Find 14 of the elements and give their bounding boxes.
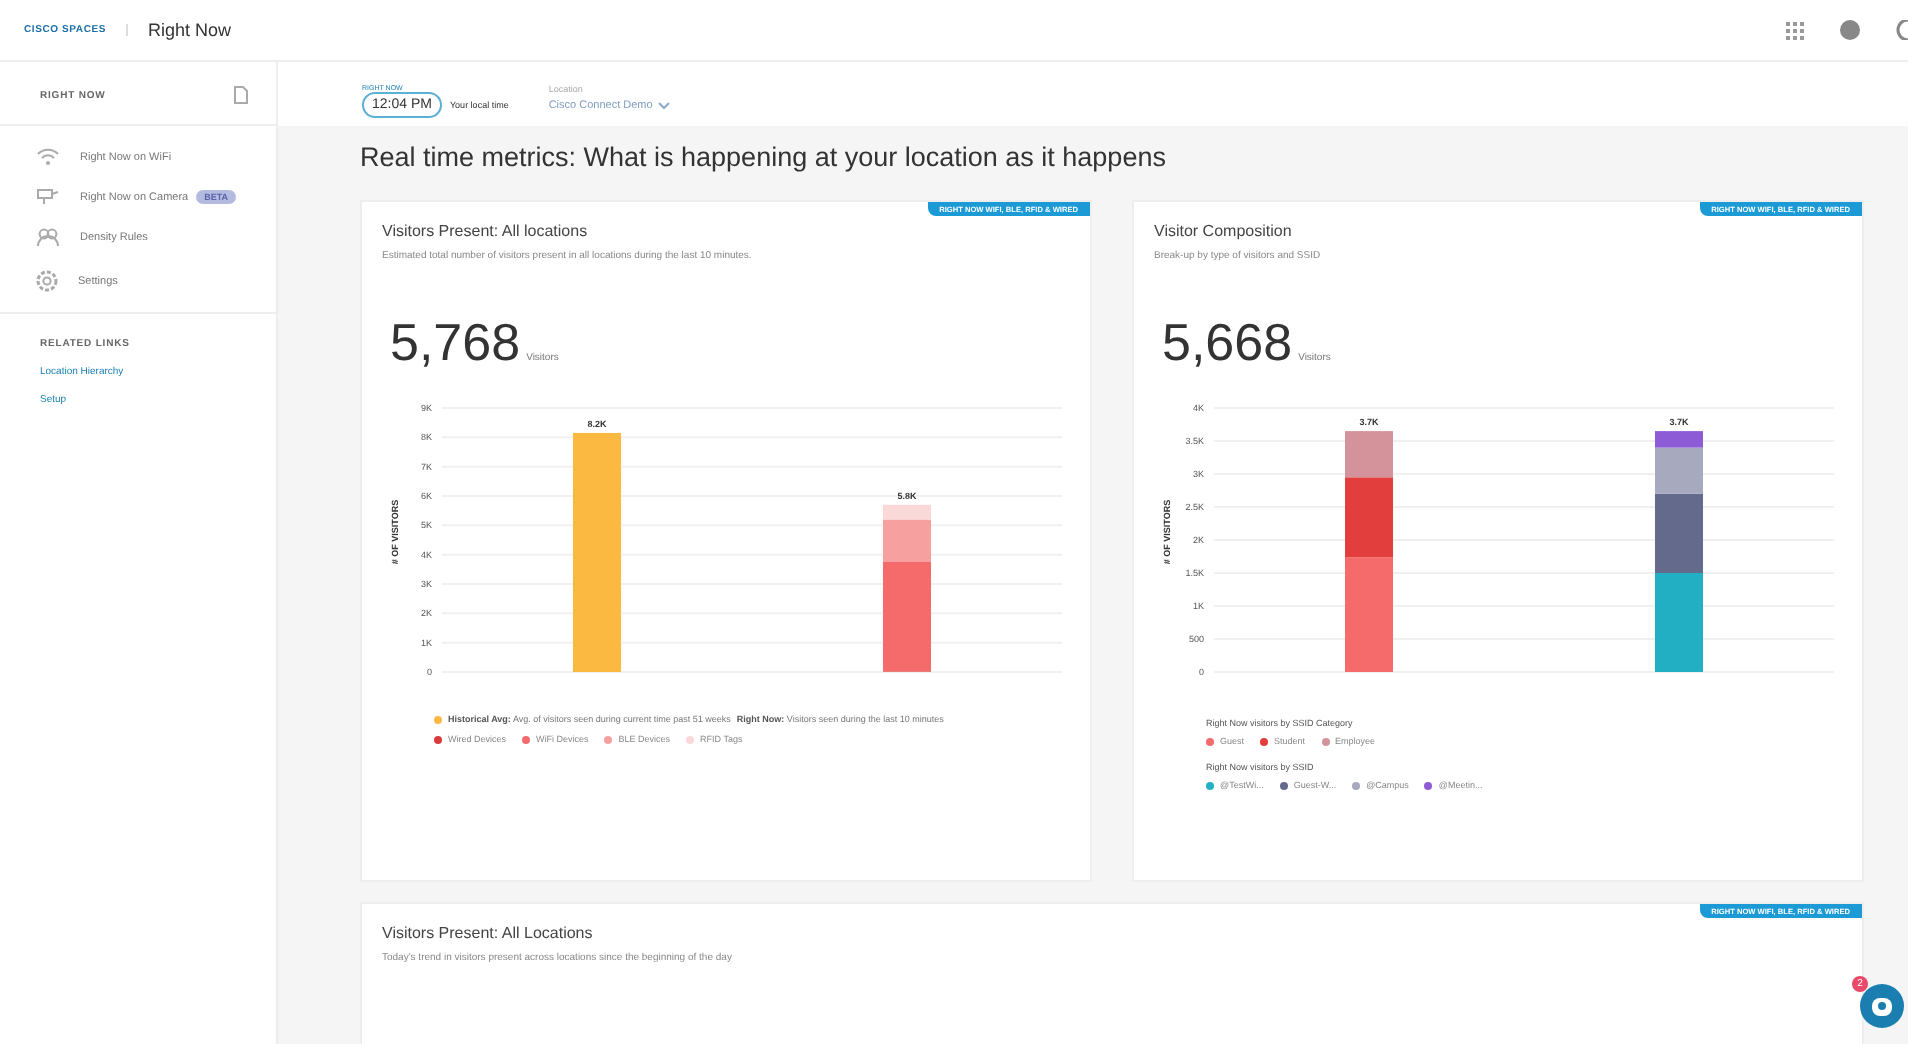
page-heading: Real time metrics: What is happening at your location as it happens <box>360 142 1168 172</box>
chevron-down-icon <box>658 102 671 110</box>
page-title: Right Now <box>148 20 232 40</box>
apps-grid-icon[interactable] <box>1786 21 1804 39</box>
settings-icon <box>36 270 58 292</box>
wifi-icon <box>36 148 60 166</box>
card-title: Visitors Present: All Locations <box>382 924 595 942</box>
visitor-count: 5,768 <box>390 316 521 368</box>
people-group-icon <box>36 228 60 248</box>
document-icon[interactable] <box>234 86 248 104</box>
card-title: Visitor Composition <box>1154 222 1294 240</box>
visitor-count: 5,668 <box>1162 316 1293 368</box>
card-title: Visitors Present: All locations <box>382 222 590 240</box>
camera-icon <box>36 188 60 206</box>
